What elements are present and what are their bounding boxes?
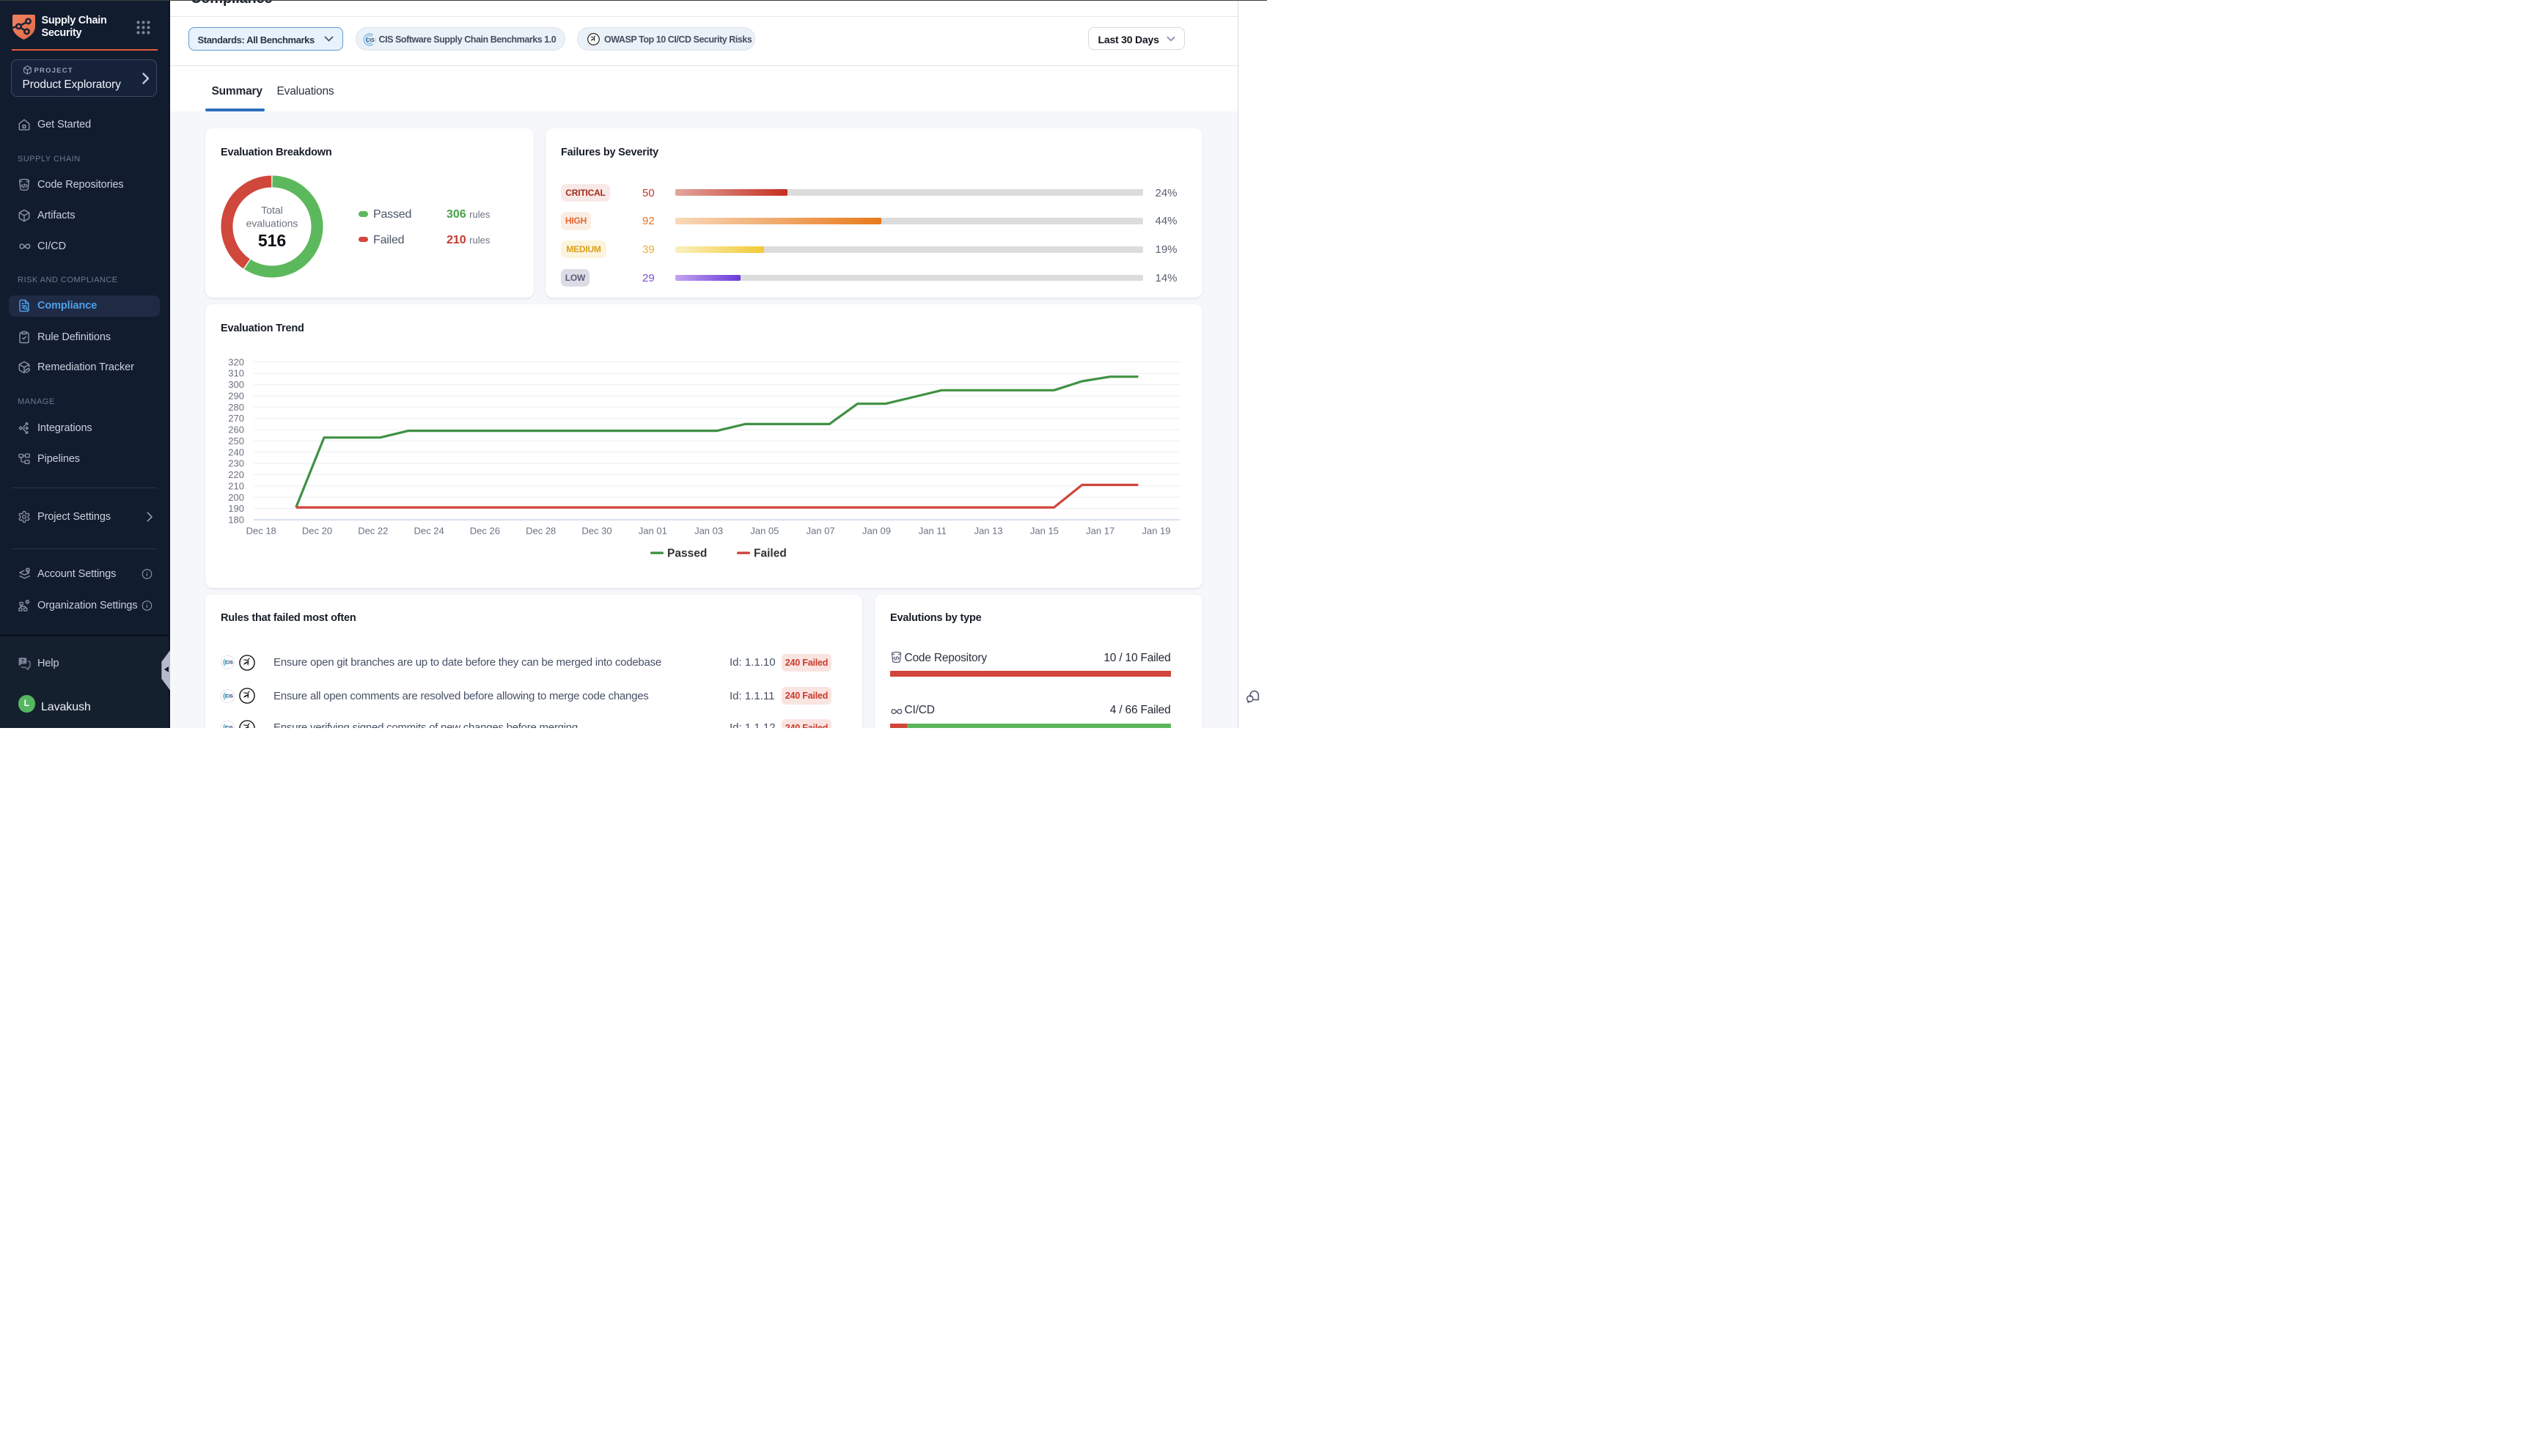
svg-text:250: 250 <box>228 435 244 446</box>
svg-text:Failed: Failed <box>754 548 787 560</box>
svg-text:300: 300 <box>228 379 244 390</box>
svg-text:Dec 18: Dec 18 <box>246 526 276 537</box>
svg-text:CIS: CIS <box>366 38 375 43</box>
svg-text:Dec 30: Dec 30 <box>581 526 612 537</box>
svg-text:516: 516 <box>258 231 286 250</box>
svg-text:200: 200 <box>228 492 244 503</box>
svg-text:?: ? <box>21 658 24 664</box>
svg-text:Jan 17: Jan 17 <box>1086 526 1114 537</box>
svg-text:Passed: Passed <box>667 548 707 560</box>
svg-text:Dec 20: Dec 20 <box>302 526 332 537</box>
svg-text:Jan 05: Jan 05 <box>750 526 779 537</box>
svg-text:CIS: CIS <box>226 661 233 666</box>
svg-text:Jan 19: Jan 19 <box>1142 526 1170 537</box>
svg-text:Jan 11: Jan 11 <box>919 526 947 537</box>
svg-text:190: 190 <box>228 503 244 514</box>
svg-text:Dec 22: Dec 22 <box>358 526 388 537</box>
svg-text:CIS: CIS <box>226 726 233 728</box>
svg-text:230: 230 <box>228 458 244 469</box>
svg-text:Dec 28: Dec 28 <box>526 526 556 537</box>
svg-text:Jan 07: Jan 07 <box>807 526 835 537</box>
svg-text:210: 210 <box>228 480 244 491</box>
svg-text:Dec 24: Dec 24 <box>414 526 444 537</box>
svg-text:Jan 03: Jan 03 <box>694 526 723 537</box>
svg-text:290: 290 <box>228 390 244 401</box>
svg-text:CIS: CIS <box>226 694 233 699</box>
svg-text:Jan 01: Jan 01 <box>639 526 667 537</box>
svg-text:Jan 09: Jan 09 <box>862 526 891 537</box>
svg-text:310: 310 <box>228 368 244 379</box>
svg-text:320: 320 <box>228 356 244 367</box>
svg-text:Dec 26: Dec 26 <box>470 526 500 537</box>
svg-text:220: 220 <box>228 469 244 480</box>
svg-text:280: 280 <box>228 402 244 413</box>
svg-text:270: 270 <box>228 413 244 424</box>
svg-text:260: 260 <box>228 424 244 435</box>
svg-text:Total: Total <box>261 205 283 216</box>
svg-text:Jan 13: Jan 13 <box>974 526 1003 537</box>
svg-text:Jan 15: Jan 15 <box>1030 526 1059 537</box>
svg-text:evaluations: evaluations <box>246 218 298 229</box>
svg-text:240: 240 <box>228 446 244 457</box>
svg-text:180: 180 <box>228 515 244 526</box>
